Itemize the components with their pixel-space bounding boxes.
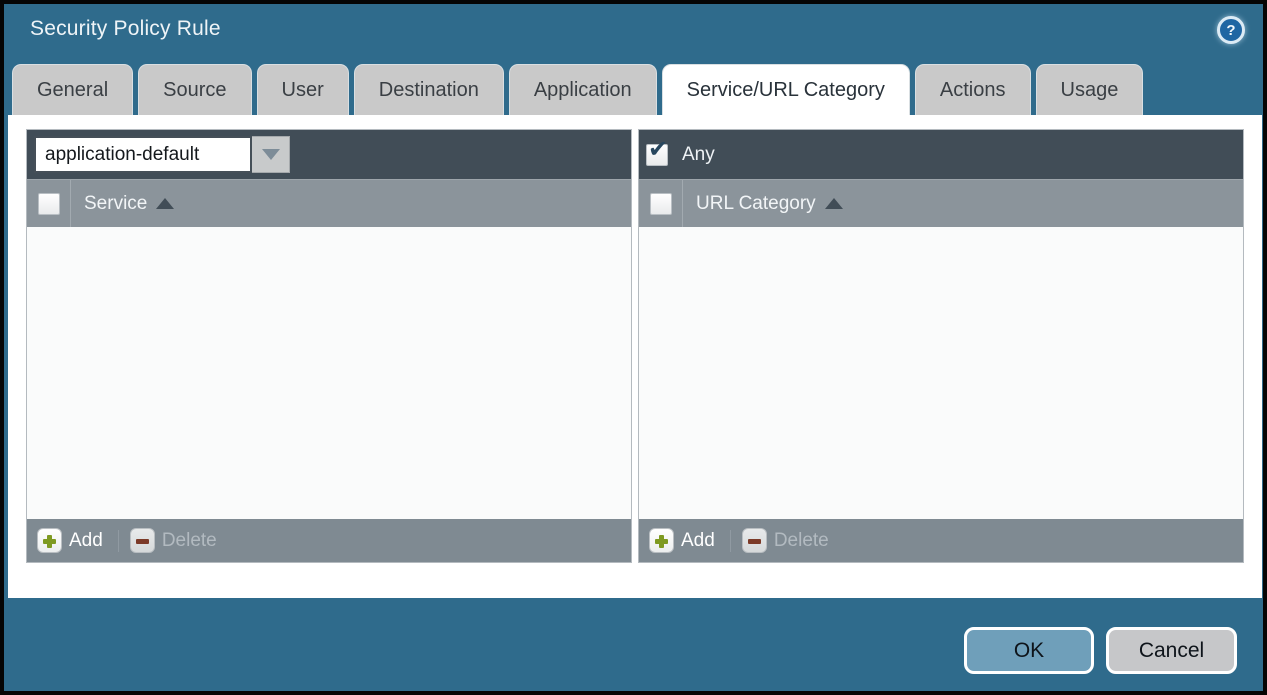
url-category-column-label: URL Category [696,193,816,215]
service-panel-footer: Add Delete [27,519,631,562]
tab-destination[interactable]: Destination [354,64,504,115]
url-category-add-button[interactable]: Add [649,528,715,553]
service-panel-header: application-default [27,130,631,179]
tab-source[interactable]: Source [138,64,251,115]
tab-bar: General Source User Destination Applicat… [8,64,1259,115]
sort-ascending-icon [156,198,174,209]
footer-divider [730,530,731,552]
ok-button[interactable]: OK [964,627,1094,674]
service-delete-label: Delete [162,530,217,552]
service-delete-button[interactable]: Delete [130,528,217,553]
any-label: Any [682,144,715,166]
plus-icon [37,528,62,553]
service-select-all-checkbox[interactable] [38,193,60,215]
tab-service-url-category[interactable]: Service/URL Category [662,64,910,115]
plus-icon [649,528,674,553]
url-category-select-all-cell [639,180,683,227]
dialog-title: Security Policy Rule [30,17,221,41]
url-category-panel: ✔ Any URL Category Add [638,129,1244,563]
url-category-panel-header: ✔ Any [639,130,1243,179]
question-mark-glyph: ? [1226,22,1235,39]
security-policy-rule-dialog: Security Policy Rule ? General Source Us… [0,0,1267,695]
chevron-down-icon [262,149,280,160]
url-category-panel-footer: Add Delete [639,519,1243,562]
service-type-dropdown[interactable]: application-default [34,136,290,173]
url-category-delete-label: Delete [774,530,829,552]
cancel-button[interactable]: Cancel [1106,627,1237,674]
help-icon[interactable]: ? [1217,16,1245,44]
url-category-add-label: Add [681,530,715,552]
service-type-dropdown-button[interactable] [252,136,290,173]
service-select-all-cell [27,180,71,227]
url-category-column-header-row: URL Category [639,179,1243,227]
tab-content-area: application-default Service [8,115,1262,598]
url-category-select-all-checkbox[interactable] [650,193,672,215]
tab-application[interactable]: Application [509,64,657,115]
tab-actions[interactable]: Actions [915,64,1031,115]
service-column-header-row: Service [27,179,631,227]
url-category-delete-button[interactable]: Delete [742,528,829,553]
footer-divider [118,530,119,552]
service-add-label: Add [69,530,103,552]
tab-usage[interactable]: Usage [1036,64,1144,115]
tab-general[interactable]: General [12,64,133,115]
service-add-button[interactable]: Add [37,528,103,553]
service-column-label: Service [84,193,147,215]
url-category-list-body[interactable] [639,227,1243,519]
url-category-column-header[interactable]: URL Category [683,193,843,215]
checkmark-icon: ✔ [648,137,668,161]
tab-user[interactable]: User [257,64,349,115]
service-panel: application-default Service [26,129,632,563]
minus-icon [742,528,767,553]
sort-ascending-icon [825,198,843,209]
any-checkbox[interactable]: ✔ [646,144,668,166]
minus-icon [130,528,155,553]
service-column-header[interactable]: Service [71,193,174,215]
service-list-body[interactable] [27,227,631,519]
service-type-dropdown-value[interactable]: application-default [34,136,252,173]
